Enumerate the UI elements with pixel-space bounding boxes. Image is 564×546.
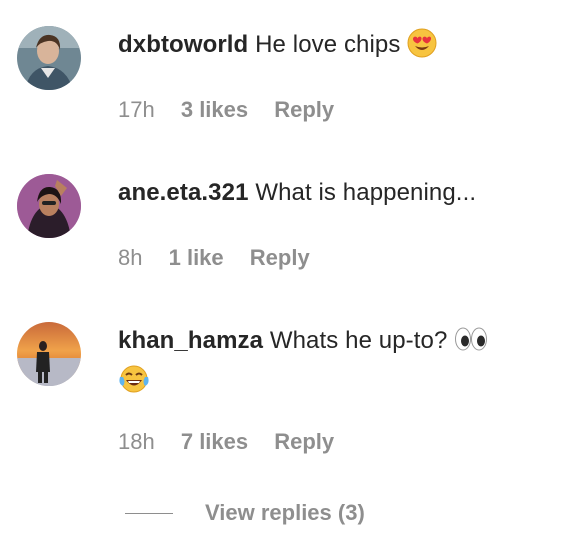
avatar[interactable] xyxy=(17,322,81,386)
timestamp: 18h xyxy=(118,429,155,454)
username[interactable]: khan_hamza xyxy=(118,327,263,354)
likes-count[interactable]: 3 likes xyxy=(181,97,248,122)
likes-count[interactable]: 1 like xyxy=(169,245,224,270)
tears-of-joy-emoji-icon xyxy=(118,364,150,404)
reply-button[interactable]: Reply xyxy=(250,245,310,270)
comment-body: khan_hamza Whats he up-to? xyxy=(118,324,552,404)
comment-text: Whats he up-to? xyxy=(269,327,448,354)
username[interactable]: dxbtoworld xyxy=(118,31,248,58)
reply-button[interactable]: Reply xyxy=(274,97,334,122)
comment-meta: 17h 3 likes Reply xyxy=(118,96,354,124)
avatar[interactable] xyxy=(17,26,81,90)
comment-body: dxbtoworld He love chips xyxy=(118,28,552,68)
timestamp: 17h xyxy=(118,97,155,122)
username[interactable]: ane.eta.321 xyxy=(118,179,249,206)
eyes-emoji-icon xyxy=(454,324,488,364)
timestamp: 8h xyxy=(118,245,143,270)
comment-body: ane.eta.321 What is happening... xyxy=(118,176,552,210)
comment-meta: 8h 1 like Reply xyxy=(118,244,330,272)
divider-line xyxy=(125,512,173,514)
avatar[interactable] xyxy=(17,174,81,238)
comment-text: What is happening... xyxy=(255,179,477,206)
view-replies-button[interactable]: View replies (3) xyxy=(125,498,365,528)
comment-text: He love chips xyxy=(255,31,401,58)
heart-eyes-emoji-icon xyxy=(407,28,437,68)
view-replies-label: View replies (3) xyxy=(205,500,365,525)
comment-meta: 18h 7 likes Reply xyxy=(118,428,354,456)
likes-count[interactable]: 7 likes xyxy=(181,429,248,454)
reply-button[interactable]: Reply xyxy=(274,429,334,454)
